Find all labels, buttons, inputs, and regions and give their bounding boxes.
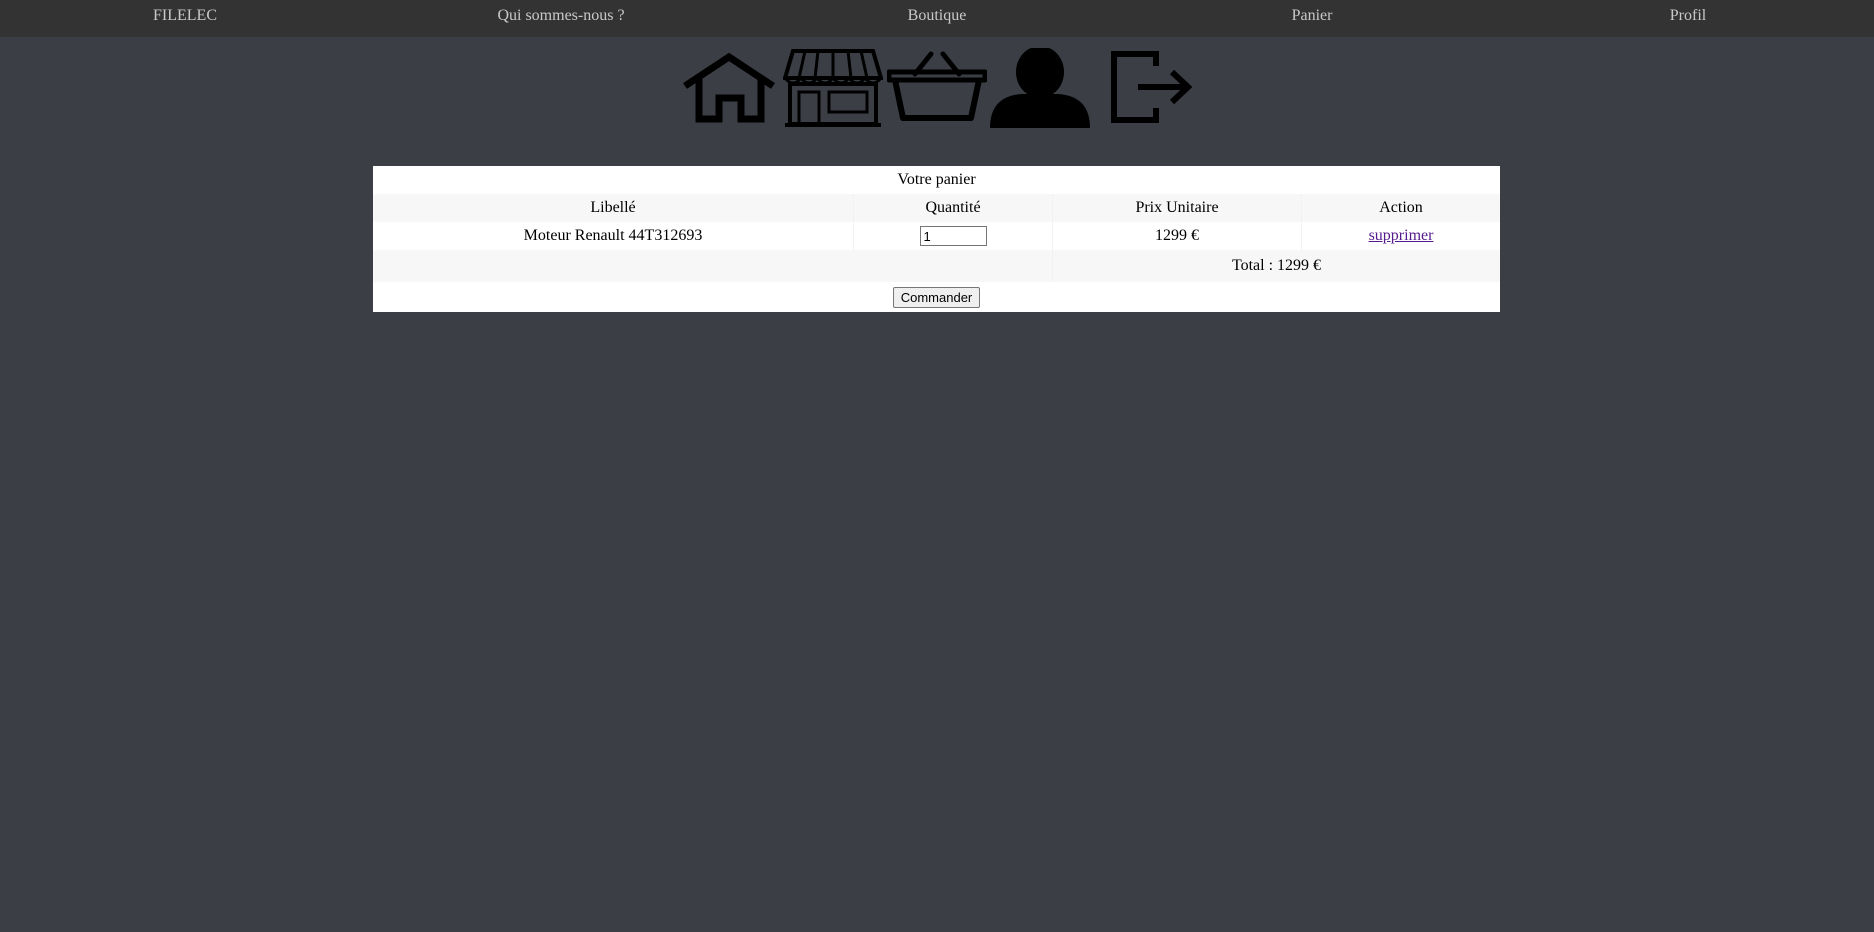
logout-icon[interactable] <box>1100 48 1200 128</box>
store-icon[interactable] <box>783 48 883 128</box>
order-cell: Commander <box>373 282 1500 312</box>
nav-profile-link[interactable]: Profil <box>1670 7 1706 25</box>
table-header-row: Libellé Quantité Prix Unitaire Action <box>373 194 1500 222</box>
quantity-input[interactable] <box>919 226 987 246</box>
delete-link[interactable]: supprimer <box>1369 227 1434 244</box>
item-label: Moteur Renault 44T312693 <box>373 222 854 250</box>
item-quantity-cell <box>853 222 1053 250</box>
total-row: Total : 1299 € <box>373 250 1500 282</box>
icon-nav <box>0 48 1874 128</box>
item-action-cell: supprimer <box>1302 222 1501 250</box>
nav-shop-link[interactable]: Boutique <box>908 7 967 25</box>
header-quantity: Quantité <box>853 194 1053 222</box>
user-icon[interactable] <box>990 48 1090 128</box>
cart-title-row: Votre panier <box>373 166 1500 194</box>
cart-table: Votre panier Libellé Quantité Prix Unita… <box>373 166 1500 312</box>
total-spacer <box>373 250 1053 282</box>
header-action: Action <box>1379 199 1423 216</box>
cart-total: Total : 1299 € <box>1231 257 1322 274</box>
nav-about-link[interactable]: Qui sommes-nous ? <box>497 7 624 25</box>
nav-cart-link[interactable]: Panier <box>1292 7 1333 25</box>
home-icon[interactable] <box>679 48 779 128</box>
nav-brand-link[interactable]: FILELEC <box>153 7 217 25</box>
header-unit-price: Prix Unitaire <box>1052 194 1302 222</box>
table-row: Moteur Renault 44T312693 1299 € supprime… <box>373 222 1500 250</box>
cart-title: Votre panier <box>897 171 976 188</box>
order-row: Commander <box>373 282 1500 312</box>
basket-icon[interactable] <box>887 48 987 128</box>
header-label: Libellé <box>373 194 854 222</box>
order-button[interactable]: Commander <box>892 286 981 308</box>
item-unit-price: 1299 € <box>1052 222 1302 250</box>
top-nav: FILELEC Qui sommes-nous ? Boutique Panie… <box>0 0 1874 37</box>
